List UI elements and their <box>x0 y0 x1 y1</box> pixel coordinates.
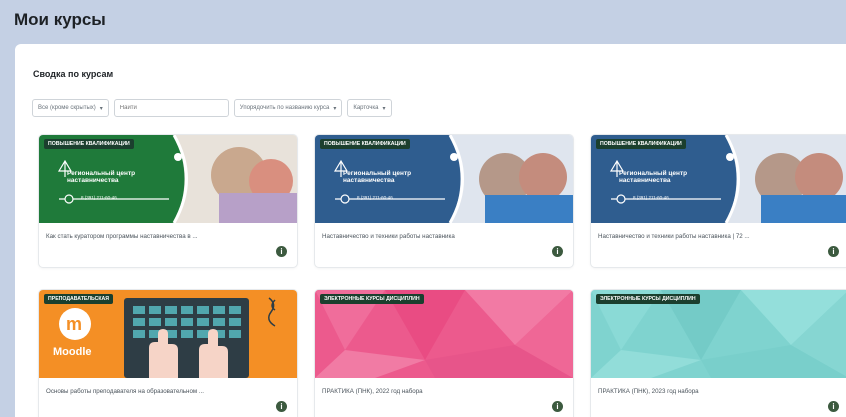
course-category-badge: ПОВЫШЕНИЕ КВАЛИФИКАЦИИ <box>44 139 134 149</box>
banner-phone: 8 (391) 211-60-46 <box>357 195 393 200</box>
course-card[interactable]: ПОВЫШЕНИЕ КВАЛИФИКАЦИИ Региональный цент… <box>591 135 846 267</box>
chevron-down-icon: ▾ <box>99 105 103 112</box>
course-category-badge: ЭЛЕКТРОННЫЕ КУРСЫ ДИСЦИПЛИН <box>320 294 424 304</box>
info-icon[interactable]: i <box>276 246 287 257</box>
banner-brand-line1: Региональный центр <box>619 170 688 177</box>
sort-dropdown[interactable]: Упорядочить по названию курса ▾ <box>233 99 343 117</box>
info-icon[interactable]: i <box>552 401 563 412</box>
section-title: Сводка по курсам <box>33 69 114 79</box>
banner-brand-line2: наставничества <box>619 177 671 184</box>
chevron-down-icon: ▾ <box>382 105 386 112</box>
banner-phone: 8 (391) 211-60-46 <box>81 195 117 200</box>
page: Мои курсы Сводка по курсам Все (кроме ск… <box>0 0 846 417</box>
course-title[interactable]: ПРАКТИКА (ПНК), 2022 год набора <box>322 388 547 395</box>
filters-bar: Все (кроме скрытых)▾ Упорядочить по назв… <box>32 99 392 117</box>
banner-brand: Региональный центр наставничества <box>67 170 187 184</box>
banner-brand-line2: наставничества <box>343 177 395 184</box>
search-input[interactable] <box>113 99 229 117</box>
course-title[interactable]: Основы работы преподавателя на образоват… <box>46 388 271 395</box>
banner-brand-line1: Региональный центр <box>67 170 136 177</box>
course-category-badge: ЭЛЕКТРОННЫЕ КУРСЫ ДИСЦИПЛИН <box>596 294 700 304</box>
info-icon[interactable]: i <box>828 246 839 257</box>
course-overview-panel: Сводка по курсам Все (кроме скрытых)▾ Уп… <box>15 44 846 417</box>
course-card[interactable]: ЭЛЕКТРОННЫЕ КУРСЫ ДИСЦИПЛИН ПРАКТИКА (ПН… <box>591 290 846 417</box>
grouping-dropdown[interactable]: Все (кроме скрытых) ▾ <box>32 99 109 117</box>
course-category-badge: ПОВЫШЕНИЕ КВАЛИФИКАЦИИ <box>596 139 686 149</box>
grouping-value: Все (кроме скрытых) <box>38 105 96 111</box>
course-title[interactable]: Наставничество и техники работы наставни… <box>598 233 823 240</box>
view-dropdown[interactable]: Карточка ▾ <box>347 99 392 117</box>
sort-value: Упорядочить по названию курса <box>239 105 330 111</box>
chevron-down-icon: ▾ <box>333 105 337 112</box>
info-icon[interactable]: i <box>552 246 563 257</box>
course-category-badge: ПРЕПОДАВАТЕЛЬСКАЯ <box>44 294 114 304</box>
banner-brand-line1: Региональный центр <box>343 170 412 177</box>
course-category-badge: ПОВЫШЕНИЕ КВАЛИФИКАЦИИ <box>320 139 410 149</box>
view-value: Карточка <box>353 105 379 111</box>
banner-brand: Региональный центр наставничества <box>619 170 739 184</box>
course-title[interactable]: ПРАКТИКА (ПНК), 2023 год набора <box>598 388 823 395</box>
course-title[interactable]: Наставничество и техники работы наставни… <box>322 233 547 240</box>
info-icon[interactable]: i <box>828 401 839 412</box>
course-card[interactable]: ПРЕПОДАВАТЕЛЬСКАЯ m Moodle Основы работы… <box>39 290 297 417</box>
course-card[interactable]: ПОВЫШЕНИЕ КВАЛИФИКАЦИИ Региональный цент… <box>39 135 297 267</box>
info-icon[interactable]: i <box>276 401 287 412</box>
course-title[interactable]: Как стать куратором программы наставниче… <box>46 233 271 240</box>
banner-phone: 8 (391) 211-60-46 <box>633 195 669 200</box>
course-card[interactable]: ЭЛЕКТРОННЫЕ КУРСЫ ДИСЦИПЛИН ПРАКТИКА (ПН… <box>315 290 573 417</box>
banner-brand: Региональный центр наставничества <box>343 170 463 184</box>
course-card[interactable]: ПОВЫШЕНИЕ КВАЛИФИКАЦИИ Региональный цент… <box>315 135 573 267</box>
banner-brand-line2: наставничества <box>67 177 119 184</box>
page-title: Мои курсы <box>14 10 106 29</box>
